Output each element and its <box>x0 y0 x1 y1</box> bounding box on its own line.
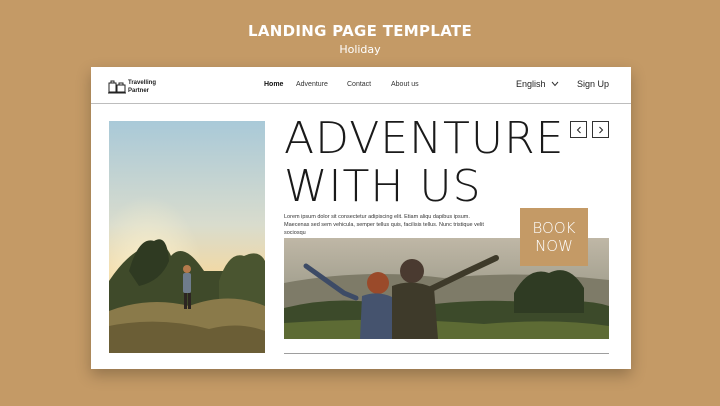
nav-link-home[interactable]: Home <box>264 81 283 88</box>
hero-photo-hiker <box>109 121 265 353</box>
hero-heading: LANDING PAGE TEMPLATE <box>247 22 473 40</box>
hero-title-line2: WITH US <box>284 161 482 212</box>
language-selector[interactable]: English <box>516 79 546 89</box>
luggage-logo-icon <box>108 80 126 94</box>
book-now-line2: NOW <box>535 237 573 255</box>
nav-link-about-us[interactable]: About us <box>391 81 419 88</box>
landing-page-card: Travelling Partner Home Adventure Contac… <box>91 67 631 369</box>
next-slide-button[interactable] <box>592 121 609 138</box>
hero-subheading: Holiday <box>339 43 381 56</box>
book-now-button[interactable]: BOOK NOW <box>520 208 588 266</box>
brand-name-line2: Partner <box>128 88 150 94</box>
arrow-right-icon <box>599 126 604 134</box>
hero-title-line1: ADVENTURE <box>284 113 565 164</box>
navbar: Travelling Partner Home Adventure Contac… <box>91 67 631 104</box>
brand-logo[interactable]: Travelling Partner <box>108 78 168 96</box>
arrow-left-icon <box>576 126 581 134</box>
sign-up-link[interactable]: Sign Up <box>577 79 609 89</box>
brand-name: Travelling Partner <box>128 79 188 95</box>
book-now-line1: BOOK <box>532 219 576 237</box>
brand-name-line1: Travelling <box>128 80 157 86</box>
nav-link-contact[interactable]: Contact <box>347 81 371 88</box>
nav-link-adventure[interactable]: Adventure <box>296 81 328 88</box>
chevron-down-icon[interactable] <box>551 81 559 87</box>
bottom-divider <box>284 353 609 354</box>
hero-description: Lorem ipsum dolor sit consectetur adipis… <box>284 214 484 236</box>
prev-slide-button[interactable] <box>570 121 587 138</box>
